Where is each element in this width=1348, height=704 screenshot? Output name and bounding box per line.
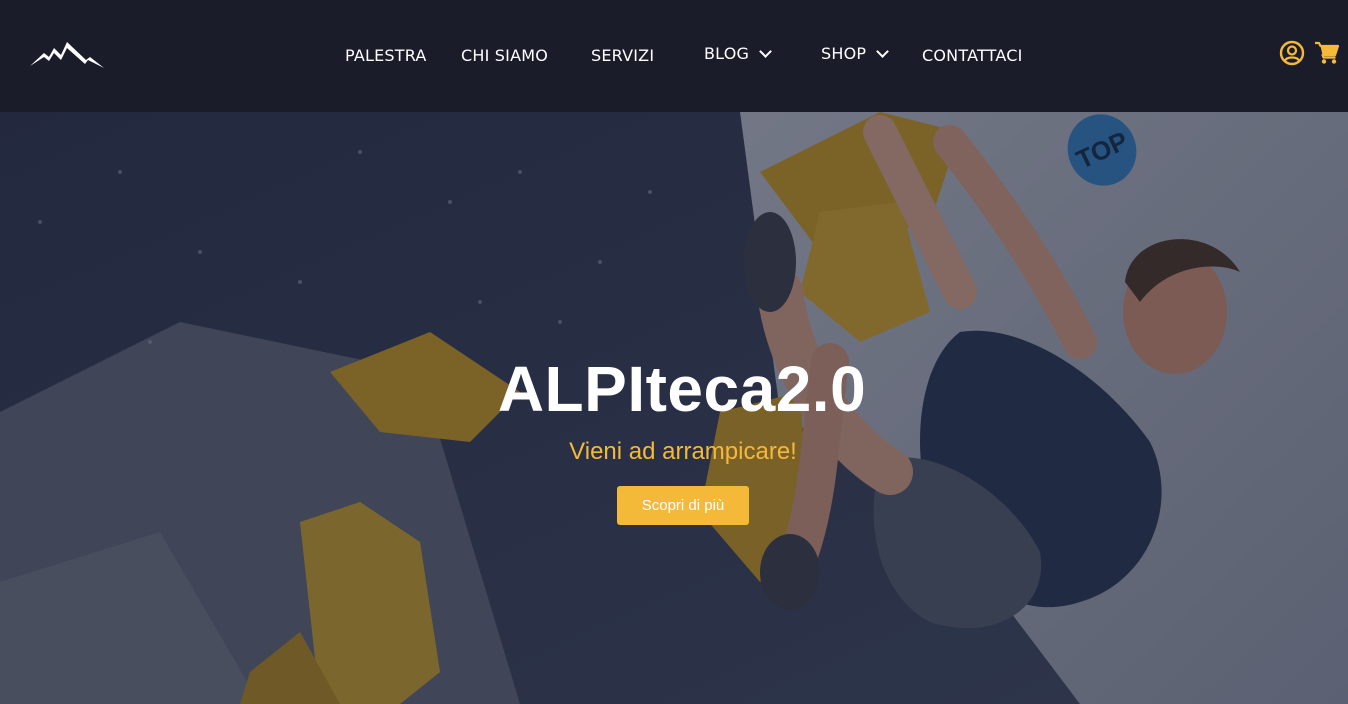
nav-blog-label: BLOG: [704, 44, 750, 63]
nav-contattaci[interactable]: CONTATTACI: [922, 46, 1023, 65]
chevron-down-icon: [759, 44, 772, 58]
discover-more-button[interactable]: Scopri di più: [617, 486, 749, 525]
nav-blog[interactable]: BLOG: [704, 44, 772, 63]
nav-palestra[interactable]: PALESTRA: [345, 46, 427, 65]
nav-servizi[interactable]: SERVIZI: [591, 46, 654, 65]
hero-section: TOP ALPIteca2.0 Vieni ad arrampicare! Sc…: [0, 112, 1348, 704]
nav-chi-siamo-label: CHI SIAMO: [461, 46, 549, 65]
mountain-logo-icon[interactable]: [30, 40, 106, 72]
nav-palestra-label: PALESTRA: [345, 46, 427, 65]
nav-contattaci-label: CONTATTACI: [922, 46, 1023, 65]
hero-subtitle: Vieni ad arrampicare!: [569, 438, 797, 465]
site-header: PALESTRA CHI SIAMO SERVIZI BLOG SHOP CON…: [0, 0, 1348, 112]
nav-chi-siamo[interactable]: CHI SIAMO: [461, 46, 548, 65]
hero-title: ALPIteca2.0: [497, 353, 867, 425]
nav-shop[interactable]: SHOP: [821, 44, 890, 63]
shopping-cart-icon[interactable]: [1314, 41, 1340, 65]
nav-shop-label: SHOP: [821, 44, 867, 63]
page: PALESTRA CHI SIAMO SERVIZI BLOG SHOP CON…: [0, 0, 1348, 704]
nav-servizi-label: SERVIZI: [591, 46, 655, 65]
chevron-down-icon: [876, 44, 890, 58]
user-circle-icon[interactable]: [1279, 40, 1305, 66]
discover-more-label: Scopri di più: [641, 497, 725, 514]
